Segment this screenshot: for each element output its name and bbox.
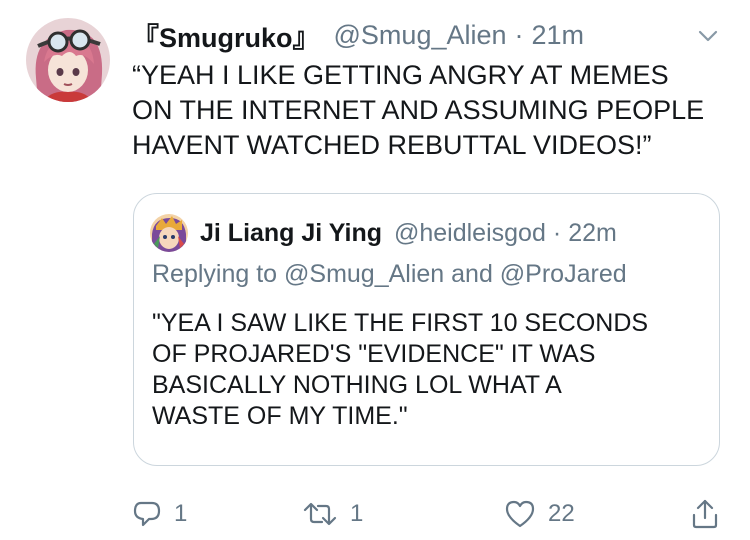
quoted-reply-context: Replying to @Smug_Alien and @ProJared [152, 260, 627, 288]
author-handle[interactable]: @Smug_Alien [334, 20, 507, 51]
quoted-author-display-name[interactable]: Ji Liang Ji Ying [200, 219, 382, 248]
reply-icon [133, 501, 161, 527]
avatar-image [26, 18, 110, 102]
retweet-button[interactable]: 1 [302, 496, 363, 532]
reply-count: 1 [174, 500, 188, 527]
header-separator: · [514, 19, 524, 50]
like-count: 22 [548, 500, 575, 527]
tweet-menu-button[interactable] [696, 24, 720, 48]
retweet-icon [303, 502, 337, 526]
tweet-text: “YEAH I LIKE GETTING ANGRY AT MEMES ON T… [132, 60, 705, 160]
like-button[interactable]: 22 [504, 496, 575, 532]
quoted-tweet-text: "YEA I SAW LIKE THE FIRST 10 SECONDS OF … [152, 309, 649, 430]
tweet-header: 『Smugruko』 @Smug_Alien · 21m [132, 16, 585, 55]
quoted-tweet-header: Ji Liang Ji Ying @heidleisgod · 22m [200, 216, 617, 250]
share-button[interactable] [690, 496, 720, 532]
quoted-author-avatar[interactable] [150, 214, 188, 252]
quoted-tweet-timestamp[interactable]: 22m [568, 219, 617, 248]
quoted-header-separator: · [552, 218, 562, 247]
heart-icon [505, 500, 535, 528]
author-display-name[interactable]: 『Smugruko』 [132, 16, 320, 55]
author-avatar[interactable] [26, 18, 110, 102]
quoted-author-handle[interactable]: @heidleisgod [394, 219, 546, 248]
tweet-timestamp[interactable]: 21m [532, 20, 585, 51]
quoted-avatar-image [150, 214, 188, 252]
reply-button[interactable]: 1 [132, 496, 187, 532]
tweet-action-bar: 1 1 22 [132, 496, 722, 532]
retweet-count: 1 [350, 500, 364, 527]
quoted-tweet-card[interactable]: Ji Liang Ji Ying @heidleisgod · 22m Repl… [133, 193, 720, 466]
share-icon [692, 499, 718, 529]
chevron-down-icon [698, 30, 718, 42]
